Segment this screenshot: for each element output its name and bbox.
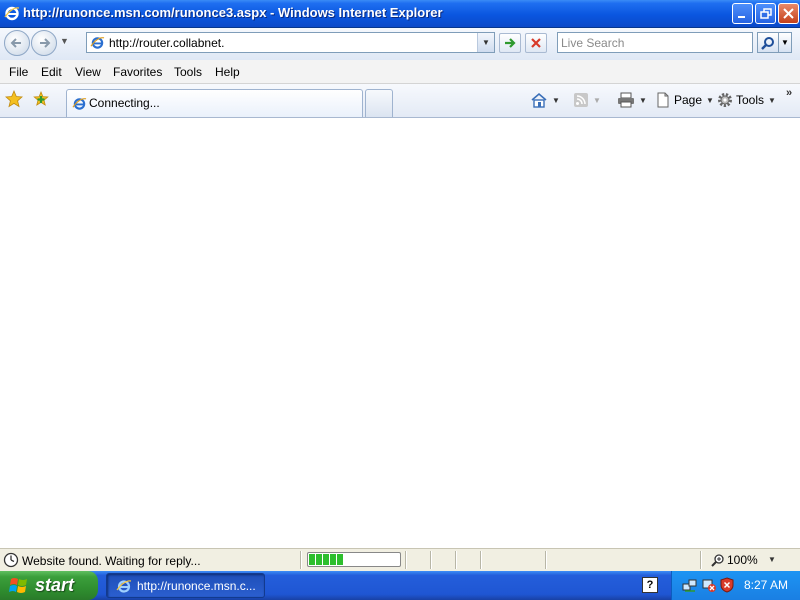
restore-button[interactable] <box>755 3 776 24</box>
back-button[interactable] <box>4 30 30 56</box>
clock: 8:27 AM <box>744 578 789 592</box>
feeds-button[interactable]: ▼ <box>573 92 601 108</box>
network-icon[interactable] <box>682 577 698 593</box>
menu-tools[interactable]: Tools <box>174 65 202 79</box>
more-commands-chevron[interactable]: » <box>786 87 792 99</box>
status-divider <box>430 551 432 569</box>
home-icon <box>531 92 547 108</box>
system-tray: 8:27 AM <box>671 571 800 600</box>
print-dropdown[interactable]: ▼ <box>639 96 647 105</box>
close-icon <box>783 8 794 19</box>
ie-logo-icon <box>72 98 87 110</box>
feeds-icon <box>574 93 588 107</box>
page-icon <box>657 92 669 108</box>
close-button[interactable] <box>778 3 799 24</box>
new-tab-button[interactable] <box>365 89 393 117</box>
page-dropdown[interactable]: ▼ <box>706 96 714 105</box>
globe-status-icon <box>3 552 19 568</box>
status-divider <box>545 551 547 569</box>
search-button[interactable] <box>757 32 779 53</box>
ie-logo-icon <box>4 6 20 21</box>
menu-favorites[interactable]: Favorites <box>113 65 162 79</box>
zoom-control[interactable]: 100% <box>711 553 758 567</box>
progress-segment <box>330 554 336 565</box>
address-bar[interactable]: ▼ <box>86 32 495 53</box>
window-titlebar[interactable]: http://runonce.msn.com/runonce3.aspx - W… <box>0 0 800 28</box>
status-divider <box>700 551 702 569</box>
security-shield-icon[interactable] <box>719 577 735 593</box>
restore-icon <box>759 7 772 19</box>
taskbar: start http://runonce.msn.c... ? 8:27 AM <box>0 571 800 600</box>
zoom-level: 100% <box>727 553 758 567</box>
help-icon[interactable]: ? <box>642 577 658 593</box>
print-icon <box>618 92 634 108</box>
progress-segment <box>323 554 329 565</box>
zoom-magnifier-icon <box>711 554 724 567</box>
progress-segment <box>337 554 343 565</box>
minimize-icon <box>738 16 745 18</box>
print-button[interactable]: ▼ <box>617 92 647 108</box>
page-content[interactable] <box>0 119 800 548</box>
progress-bar <box>307 552 401 567</box>
status-divider <box>300 551 302 569</box>
home-dropdown[interactable]: ▼ <box>552 96 560 105</box>
zoom-dropdown[interactable]: ▼ <box>768 555 776 564</box>
search-options-dropdown[interactable]: ▼ <box>779 32 792 53</box>
stop-button[interactable] <box>525 33 547 53</box>
gear-icon <box>718 93 732 107</box>
tab-command-bar: Connecting... ▼ ▼ ▼ Page ▼ Tools ▼ » <box>0 84 800 118</box>
progress-segment <box>316 554 322 565</box>
menu-edit[interactable]: Edit <box>41 65 62 79</box>
forward-button[interactable] <box>31 30 57 56</box>
address-toolbar: ▼ ▼ ▼ <box>0 28 800 60</box>
tab-label: Connecting... <box>89 96 160 110</box>
windows-flag-icon <box>9 577 27 593</box>
progress-fill <box>309 554 399 565</box>
status-text: Website found. Waiting for reply... <box>22 554 201 568</box>
page-menu-label: Page <box>674 93 703 107</box>
favorites-star-icon[interactable] <box>5 90 23 108</box>
go-arrow-icon <box>505 38 516 48</box>
menu-help[interactable]: Help <box>215 65 240 79</box>
progress-segment <box>309 554 315 565</box>
stop-x-icon <box>531 38 541 48</box>
tools-menu-label: Tools <box>736 93 765 107</box>
tab-active[interactable]: Connecting... <box>66 89 363 117</box>
network-warning-icon[interactable] <box>701 577 717 593</box>
page-menu-button[interactable]: Page ▼ <box>655 92 714 108</box>
menu-bar: File Edit View Favorites Tools Help <box>0 60 800 84</box>
taskbar-item-ie[interactable]: http://runonce.msn.c... <box>106 573 265 598</box>
back-arrow-icon <box>10 38 21 48</box>
taskbar-item-label: http://runonce.msn.c... <box>137 578 256 593</box>
minimize-button[interactable] <box>732 3 753 24</box>
search-magnifier-icon <box>761 36 774 50</box>
status-divider <box>405 551 407 569</box>
address-input[interactable] <box>109 35 469 50</box>
window-title: http://runonce.msn.com/runonce3.aspx - W… <box>23 5 443 20</box>
ie-logo-icon <box>116 579 132 593</box>
start-label: start <box>35 575 75 595</box>
start-button[interactable]: start <box>0 571 98 600</box>
forward-arrow-icon <box>40 38 51 48</box>
status-divider <box>480 551 482 569</box>
status-bar: Website found. Waiting for reply... 100%… <box>0 548 800 571</box>
feeds-dropdown[interactable]: ▼ <box>593 96 601 105</box>
address-dropdown[interactable]: ▼ <box>477 33 494 52</box>
menu-file[interactable]: File <box>9 65 28 79</box>
home-button[interactable]: ▼ <box>530 92 560 108</box>
add-favorites-icon[interactable] <box>32 90 50 108</box>
search-input[interactable] <box>561 35 747 50</box>
tools-menu-button[interactable]: Tools ▼ <box>717 92 776 108</box>
go-button[interactable] <box>499 33 521 53</box>
menu-view[interactable]: View <box>75 65 101 79</box>
status-divider <box>455 551 457 569</box>
tools-dropdown[interactable]: ▼ <box>768 96 776 105</box>
search-box[interactable] <box>557 32 753 53</box>
ie-logo-icon <box>90 37 105 49</box>
recent-pages-dropdown[interactable]: ▼ <box>60 36 69 46</box>
